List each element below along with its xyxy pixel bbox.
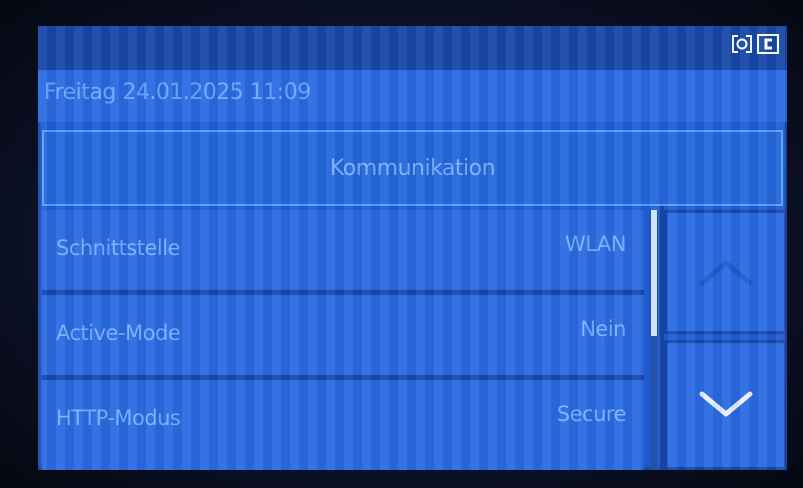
page-title: Kommunikation (329, 156, 496, 181)
display-screen: Freitag 24.01.2025 11:09 Kommunikation S… (38, 26, 787, 470)
chevron-down-icon (699, 391, 752, 417)
setting-label: Active-Mode (56, 321, 181, 345)
datetime-text: Freitag 24.01.2025 11:09 (44, 80, 311, 105)
page-title-box: Kommunikation (42, 130, 783, 206)
scroll-down-button[interactable] (664, 340, 787, 470)
setting-value: WLAN (564, 232, 627, 256)
settings-list: Schnittstelle WLAN Active-Mode Nein HTTP… (42, 210, 644, 470)
setting-value: Secure (556, 402, 627, 426)
setting-label: HTTP-Modus (56, 406, 181, 430)
top-status-bar (38, 26, 787, 70)
scrollbar[interactable] (650, 210, 658, 470)
setting-row-schnittstelle[interactable]: Schnittstelle WLAN (42, 210, 644, 290)
camera-icon (731, 33, 753, 55)
setting-row-http-modus[interactable]: HTTP-Modus Secure (42, 380, 644, 470)
date-bar: Freitag 24.01.2025 11:09 (38, 70, 787, 122)
scroll-up-button[interactable] (664, 210, 787, 334)
status-icons (731, 32, 779, 56)
c-badge-icon (757, 33, 779, 55)
scrollbar-thumb[interactable] (651, 210, 657, 336)
setting-label: Schnittstelle (56, 236, 180, 260)
setting-row-active-mode[interactable]: Active-Mode Nein (42, 295, 644, 375)
setting-value: Nein (580, 317, 626, 341)
chevron-up-icon (699, 260, 752, 286)
